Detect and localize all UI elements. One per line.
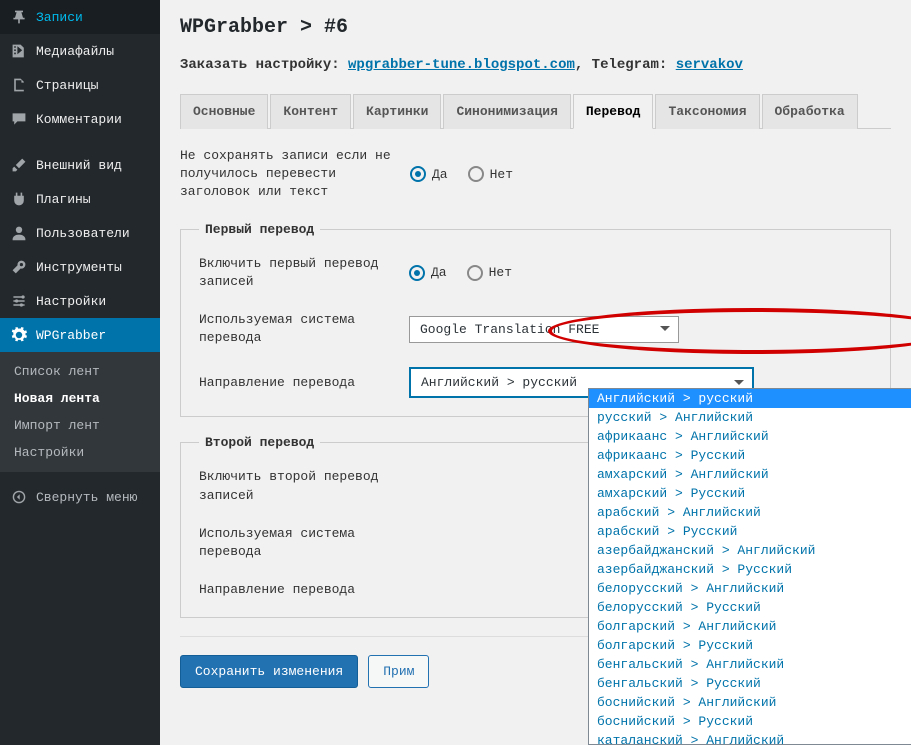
media-icon [10,42,28,60]
admin-sidebar: Записи Медиафайлы Страницы Комментарии В… [0,0,160,745]
plugin-icon [10,190,28,208]
radio-no-save-no[interactable]: Нет [468,166,513,182]
collapse-menu[interactable]: Свернуть меню [0,480,160,514]
sidebar-label: Настройки [36,294,106,309]
dropdown-option[interactable]: амхарский > Английский [589,465,911,484]
dropdown-option[interactable]: боснийский > Английский [589,693,911,712]
radio-dot-icon [468,166,484,182]
tab-processing[interactable]: Обработка [762,94,858,129]
row-first-system: Используемая система перевода Google Tra… [199,311,872,347]
page-title: WPGrabber > #6 [180,16,891,39]
save-button[interactable]: Сохранить изменения [180,655,358,688]
radio-first-yes[interactable]: Да [409,265,447,281]
tab-translate[interactable]: Перевод [573,94,654,129]
sidebar-item-plugins[interactable]: Плагины [0,182,160,216]
submenu-settings[interactable]: Настройки [0,439,160,466]
settings-icon [10,292,28,310]
sidebar-label: WPGrabber [36,328,106,343]
dropdown-option[interactable]: болгарский > Английский [589,617,911,636]
radio-dot-icon [410,166,426,182]
settings-tabs: Основные Контент Картинки Синонимизация … [180,93,891,129]
sidebar-item-pages[interactable]: Страницы [0,68,160,102]
main-content: WPGrabber > #6 Заказать настройку: wpgra… [160,0,911,745]
tab-images[interactable]: Картинки [353,94,441,129]
brush-icon [10,156,28,174]
comment-icon [10,110,28,128]
sidebar-label: Медиафайлы [36,44,114,59]
radio-no-save-yes[interactable]: Да [410,166,448,182]
dropdown-option[interactable]: белорусский > Английский [589,579,911,598]
order-setup-line: Заказать настройку: wpgrabber-tune.blogs… [180,57,891,73]
dropdown-option[interactable]: арабский > Русский [589,522,911,541]
tab-synonymization[interactable]: Синонимизация [443,94,570,129]
tab-main[interactable]: Основные [180,94,268,129]
sidebar-label: Внешний вид [36,158,122,173]
direction-dropdown[interactable]: Английский > русскийрусский > Английский… [588,388,911,745]
dropdown-option[interactable]: каталанский > Английский [589,731,911,745]
row-no-save-on-fail: Не сохранять записи если не получилось п… [180,147,891,202]
tool-icon [10,258,28,276]
pin-icon [10,8,28,26]
sidebar-item-appearance[interactable]: Внешний вид [0,148,160,182]
submenu-new-feed[interactable]: Новая лента [0,385,160,412]
sidebar-label: Пользователи [36,226,130,241]
dropdown-option[interactable]: африкаанс > Русский [589,446,911,465]
select-first-system[interactable]: Google Translation FREE [409,316,679,343]
dropdown-option[interactable]: арабский > Английский [589,503,911,522]
row-enable-first: Включить первый перевод записей Да Нет [199,255,872,291]
dropdown-option[interactable]: азербайджанский > Русский [589,560,911,579]
dropdown-option[interactable]: белорусский > Русский [589,598,911,617]
page-icon [10,76,28,94]
gear-icon [10,326,28,344]
sidebar-item-comments[interactable]: Комментарии [0,102,160,136]
submenu-feeds-list[interactable]: Список лент [0,358,160,385]
dropdown-option[interactable]: амхарский > Русский [589,484,911,503]
dropdown-option[interactable]: русский > Английский [589,408,911,427]
sidebar-label: Плагины [36,192,91,207]
chevron-down-icon [660,326,670,336]
dropdown-option[interactable]: боснийский > Русский [589,712,911,731]
legend-second: Второй перевод [199,435,320,450]
sidebar-item-posts[interactable]: Записи [0,0,160,34]
collapse-label: Свернуть меню [36,490,137,505]
label-no-save: Не сохранять записи если не получилось п… [180,147,410,202]
sidebar-item-tools[interactable]: Инструменты [0,250,160,284]
legend-first: Первый перевод [199,222,320,237]
tab-taxonomy[interactable]: Таксономия [655,94,759,129]
sidebar-submenu: Список лент Новая лента Импорт лент Наст… [0,352,160,472]
sidebar-item-users[interactable]: Пользователи [0,216,160,250]
dropdown-option[interactable]: Английский > русский [589,389,911,408]
submenu-import-feeds[interactable]: Импорт лент [0,412,160,439]
dropdown-option[interactable]: бенгальский > Русский [589,674,911,693]
apply-button[interactable]: Прим [368,655,429,688]
sidebar-item-wpgrabber[interactable]: WPGrabber [0,318,160,352]
sidebar-label: Инструменты [36,260,122,275]
dropdown-option[interactable]: азербайджанский > Английский [589,541,911,560]
radio-dot-icon [409,265,425,281]
telegram-link[interactable]: servakov [676,57,743,73]
sidebar-label: Страницы [36,78,98,93]
sidebar-item-settings[interactable]: Настройки [0,284,160,318]
dropdown-option[interactable]: бенгальский > Английский [589,655,911,674]
tab-content[interactable]: Контент [270,94,351,129]
dropdown-option[interactable]: болгарский > Русский [589,636,911,655]
order-link[interactable]: wpgrabber-tune.blogspot.com [348,57,575,73]
user-icon [10,224,28,242]
radio-first-no[interactable]: Нет [467,265,512,281]
collapse-icon [10,488,28,506]
sidebar-item-media[interactable]: Медиафайлы [0,34,160,68]
radio-dot-icon [467,265,483,281]
dropdown-option[interactable]: африкаанс > Английский [589,427,911,446]
sidebar-label: Записи [36,10,83,25]
sidebar-label: Комментарии [36,112,122,127]
